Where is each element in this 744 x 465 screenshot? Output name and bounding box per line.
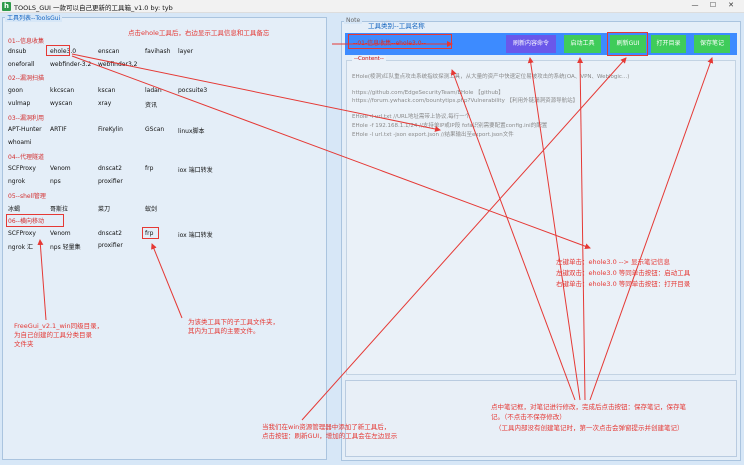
tool-item[interactable]: frp bbox=[145, 165, 153, 172]
tool-item[interactable]: proxifier bbox=[98, 242, 123, 249]
tool-item[interactable]: 冰蝎 bbox=[8, 204, 20, 213]
tool-item[interactable]: webfinder-3.2 bbox=[50, 61, 91, 68]
annotation-click-tool: 点击ehole工具后，右边显示工具信息和工具备忘 bbox=[128, 29, 270, 37]
tool-list-panel: 工具列表--ToolsGui bbox=[2, 13, 327, 460]
content-line: EHole -f 192.168.1.1/24 //支持单IP或IP段 fofa… bbox=[352, 123, 548, 129]
annotation-freegui-1: FreeGui_v2.1_win同级目录， bbox=[14, 322, 104, 330]
tool-item[interactable]: nps 轻量集 bbox=[50, 242, 81, 251]
note-legend: Note bbox=[344, 17, 363, 24]
section-title-vuln-scan: 02--漏洞扫描 bbox=[8, 75, 44, 82]
app-logo-icon: h bbox=[2, 2, 11, 11]
open-directory-button[interactable]: 打开目录 bbox=[651, 35, 686, 53]
tool-item[interactable]: pocsuite3 bbox=[178, 87, 207, 94]
annotation-right-single: 右键单击：ehole3.0 等同单击按钮：打开目录 bbox=[556, 280, 691, 288]
tool-item[interactable]: ladan bbox=[145, 87, 162, 94]
section-title-exploit: 03--漏洞利用 bbox=[8, 115, 44, 122]
save-note-button[interactable]: 保存笔记 bbox=[694, 35, 730, 53]
start-tool-button[interactable]: 启动工具 bbox=[564, 35, 601, 53]
tool-label-highlight-box bbox=[348, 34, 452, 49]
tool-item[interactable]: GScan bbox=[145, 126, 164, 133]
tool-item[interactable]: iox 端口转发 bbox=[178, 165, 213, 174]
tool-item[interactable]: APT-Hunter bbox=[8, 126, 42, 133]
annotation-subfolder-1: 为该类工具下的子工具文件夹， bbox=[188, 318, 279, 326]
tool-item[interactable]: 哥斯拉 bbox=[50, 204, 68, 213]
annotation-note-1: 点中笔记框，对笔记进行修改，完成后点击按钮：保存笔记，保存笔 bbox=[491, 403, 686, 411]
tool-item[interactable]: xray bbox=[98, 100, 111, 107]
tool-item[interactable]: ngrok bbox=[8, 178, 25, 185]
section-title-info-gathering: 01--信息收集 bbox=[8, 38, 44, 45]
tool-item[interactable]: enscan bbox=[98, 48, 119, 55]
tool-item[interactable]: iox 端口转发 bbox=[178, 230, 213, 239]
annotation-freegui-3: 文件夹 bbox=[14, 340, 34, 348]
tool-item[interactable]: favihash bbox=[145, 48, 170, 55]
annotation-refresh-2: 点击按钮：刷新GUI，增加的工具会在左边显示 bbox=[262, 432, 398, 440]
section-title-shell: 05--shell管理 bbox=[8, 193, 46, 200]
tool-item[interactable]: dnsub bbox=[8, 48, 26, 55]
close-button[interactable]: ✕ bbox=[722, 1, 740, 9]
content-line: https://forum.ywhack.com/bountytips.php?… bbox=[352, 98, 579, 104]
maximize-button[interactable]: ☐ bbox=[704, 1, 722, 9]
minimize-button[interactable]: — bbox=[686, 1, 704, 9]
tool-item[interactable]: dnscat2 bbox=[98, 230, 122, 237]
content-textarea[interactable] bbox=[346, 60, 736, 375]
refresh-content-button[interactable]: 刷新内容命令 bbox=[506, 35, 556, 53]
annotation-tool-category: 工具类别--工具名称 bbox=[368, 22, 425, 30]
tool-item[interactable]: 资讯 bbox=[145, 100, 157, 109]
tool-list-legend: 工具列表--ToolsGui bbox=[5, 13, 63, 22]
tool-item[interactable]: ARTIF bbox=[50, 126, 67, 133]
refresh-gui-highlight-box bbox=[607, 32, 648, 56]
tool-item[interactable]: Venom bbox=[50, 230, 71, 237]
annotation-left-double: 左键双击：ehole3.0 等同单击按钮：启动工具 bbox=[556, 269, 691, 277]
content-line: EHole -l url.txt //URL地址需带上协议,每行一个 bbox=[352, 114, 471, 120]
window-controls: — ☐ ✕ bbox=[686, 1, 740, 9]
tool-item[interactable]: wyscan bbox=[50, 100, 72, 107]
annotation-subfolder-2: 其内为工具的主要文件。 bbox=[188, 327, 260, 335]
content-line: https://github.com/EdgeSecurityTeam/EHol… bbox=[352, 90, 504, 96]
annotation-left-single: 左键单击：ehole3.0 --> 显示笔记信息 bbox=[556, 258, 671, 266]
tool-item[interactable]: Venom bbox=[50, 165, 71, 172]
tool-item[interactable]: nps bbox=[50, 178, 61, 185]
subfolder-highlight-box bbox=[142, 227, 159, 239]
tool-item[interactable]: kkcscan bbox=[50, 87, 74, 94]
tool-item[interactable]: kscan bbox=[98, 87, 115, 94]
tool-item[interactable]: webfinder3.2 bbox=[98, 61, 138, 68]
tool-item[interactable]: layer bbox=[178, 48, 193, 55]
tool-item[interactable]: linux脚本 bbox=[178, 126, 205, 135]
annotation-note-3: （工具内部没有创建笔记时，第一次点击会弹窗提示并创建笔记） bbox=[495, 424, 684, 432]
tool-item[interactable]: 蚁剑 bbox=[145, 204, 157, 213]
annotation-note-2: 记。（不点击不保存修改） bbox=[491, 413, 566, 421]
content-legend: --Content-- bbox=[352, 56, 386, 62]
ehole-highlight-box bbox=[46, 45, 70, 56]
tool-item[interactable]: dnscat2 bbox=[98, 165, 122, 172]
category-highlight-box bbox=[6, 214, 64, 227]
tool-item[interactable]: oneforall bbox=[8, 61, 34, 68]
tool-item[interactable]: SCFProxy bbox=[8, 230, 36, 237]
tool-item[interactable]: 菜刀 bbox=[98, 204, 110, 213]
tool-item[interactable]: FireKylin bbox=[98, 126, 123, 133]
content-line: EHole -l url.txt -json export.json //结果输… bbox=[352, 132, 514, 138]
annotation-freegui-2: 为自己创建的工具分类目录 bbox=[14, 331, 92, 339]
title-bar: h TOOLS_GUI 一款可以自己更新的工具箱_v1.0 by: tyb — ☐… bbox=[0, 0, 744, 13]
content-line: EHole(棱洞)红队重点攻击系统指纹探测工具，从大量的资产中快速定位易被攻击的… bbox=[352, 74, 630, 80]
tool-item[interactable]: vulmap bbox=[8, 100, 30, 107]
tool-item[interactable]: SCFProxy bbox=[8, 165, 36, 172]
annotation-refresh-1: 当我们在win资源管理器中添加了新工具后， bbox=[262, 423, 391, 431]
tool-item[interactable]: ngrok 汇 bbox=[8, 242, 33, 251]
tool-item[interactable]: whoami bbox=[8, 139, 32, 146]
tool-item[interactable]: goon bbox=[8, 87, 23, 94]
section-title-proxy: 04--代理隧道 bbox=[8, 154, 44, 161]
window-title: TOOLS_GUI 一款可以自己更新的工具箱_v1.0 by: tyb bbox=[14, 4, 173, 12]
tool-item[interactable]: proxifier bbox=[98, 178, 123, 185]
